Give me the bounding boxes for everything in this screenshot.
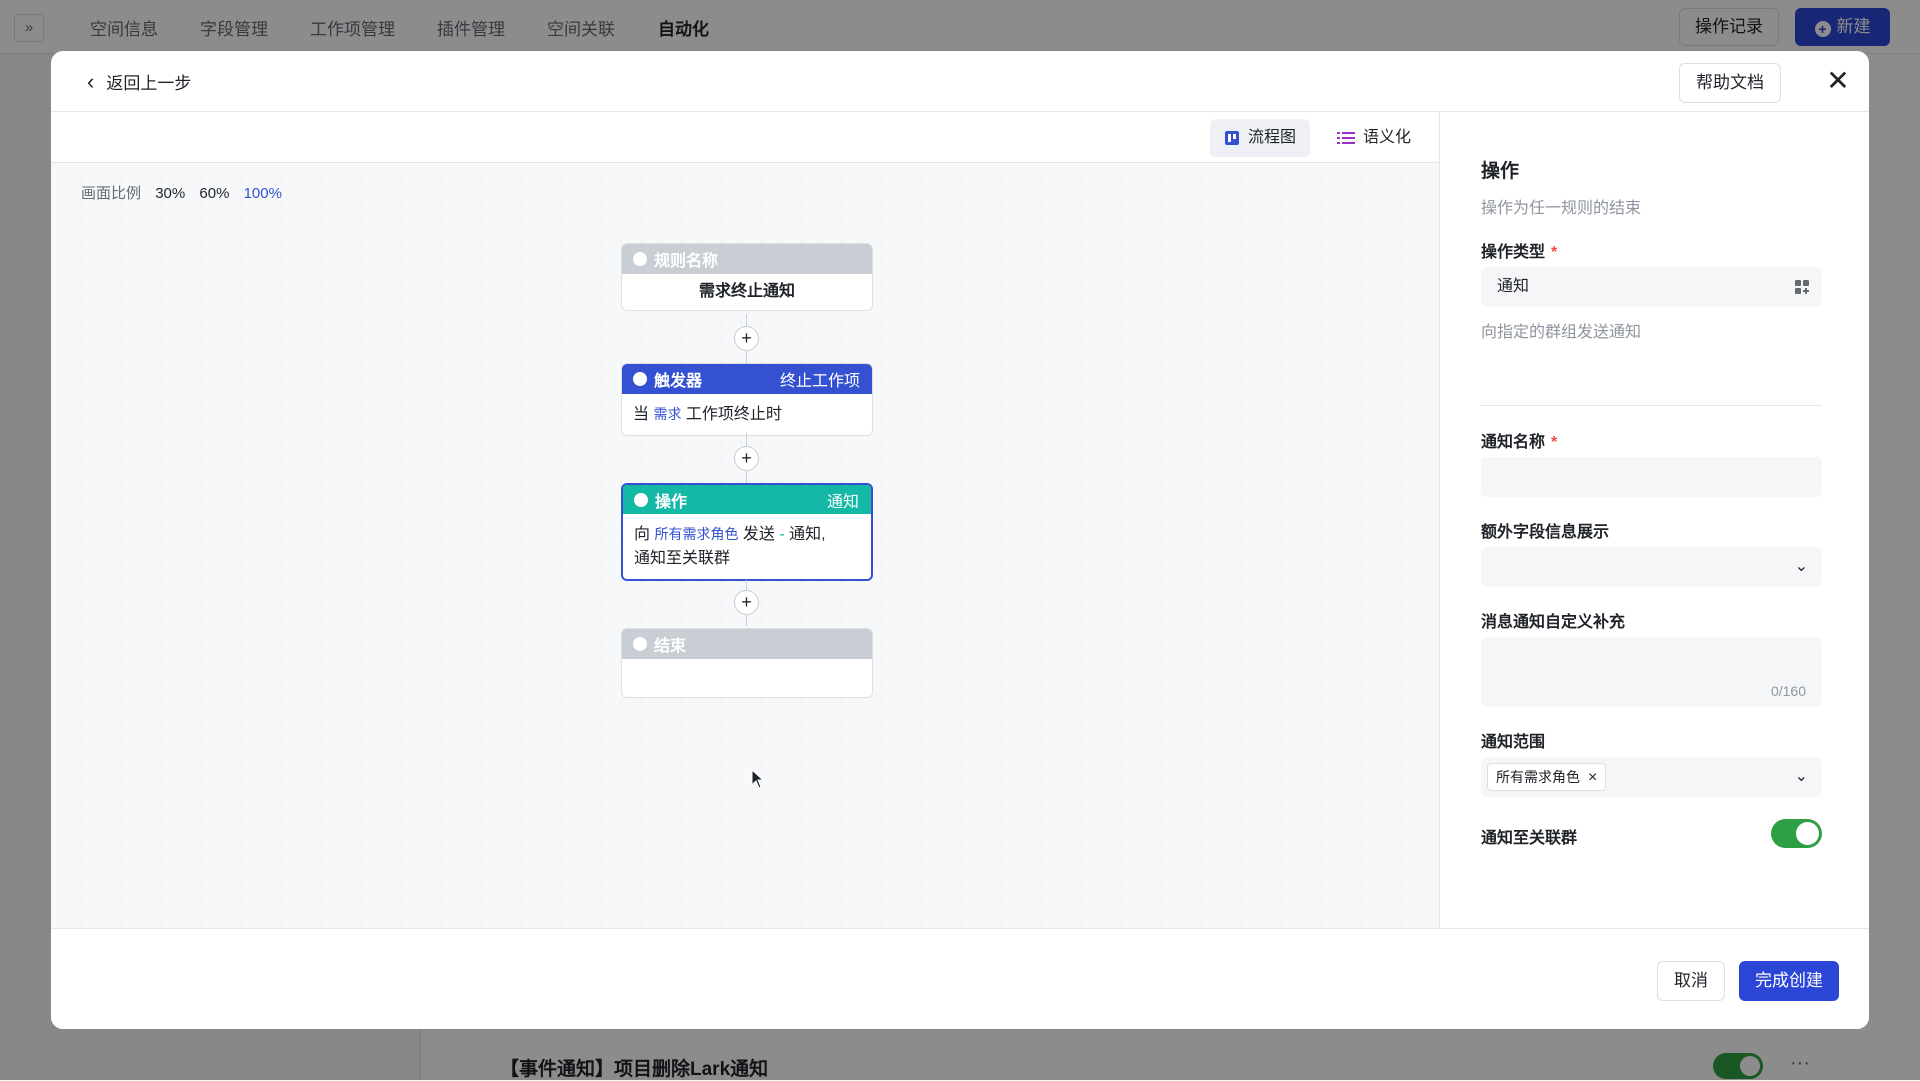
panel-title: 操作: [1481, 161, 1520, 182]
semantic-view-button[interactable]: 语义化: [1323, 119, 1425, 157]
flowchart-icon: [1225, 131, 1239, 145]
custom-supplement-textarea[interactable]: 0/160: [1481, 637, 1822, 707]
extra-fields-select[interactable]: ⌄: [1481, 547, 1822, 587]
zoom-100[interactable]: 100%: [244, 185, 282, 202]
notify-name-label: 通知名称 *: [1481, 428, 1557, 452]
trigger-node-title: 触发器: [654, 373, 703, 390]
trigger-type: 终止工作项: [779, 373, 860, 390]
chevron-left-icon: ‹: [87, 68, 95, 94]
trigger-entity: 需求: [653, 406, 682, 422]
add-step-button[interactable]: +: [734, 326, 759, 351]
panel-subtitle: 操作为任一规则的结束: [1481, 200, 1642, 217]
action-node-body: 向 所有需求角色 发送 - 通知, 通知至关联群: [623, 514, 871, 579]
action-text-line2: 通知至关联群: [634, 550, 731, 567]
notify-name-label-text: 通知名称: [1481, 434, 1546, 451]
action-type-select[interactable]: 通知: [1481, 267, 1822, 307]
trigger-node-body: 当 需求 工作项终止时: [622, 394, 872, 435]
zoom-30[interactable]: 30%: [155, 185, 185, 202]
group-notify-toggle[interactable]: [1771, 819, 1822, 848]
create-rule-modal: ‹ 返回上一步 帮助文档 ✕ 流程图 语义化 画面比例 30% 60% 100%…: [51, 51, 1869, 1029]
scope-label: 通知范围: [1481, 734, 1546, 751]
action-target: 所有需求角色: [654, 526, 739, 542]
action-type-label-text: 操作类型: [1481, 244, 1546, 261]
back-button[interactable]: ‹ 返回上一步: [87, 69, 191, 94]
back-label: 返回上一步: [106, 74, 192, 93]
zoom-label: 画面比例: [81, 185, 142, 202]
trigger-icon: [633, 372, 647, 386]
trigger-node[interactable]: 触发器 终止工作项 当 需求 工作项终止时: [621, 363, 873, 436]
scope-select[interactable]: 所有需求角色 × ⌄: [1481, 757, 1822, 797]
zoom-60[interactable]: 60%: [199, 185, 229, 202]
rule-node-title: 规则名称: [654, 253, 719, 270]
end-node-title: 结束: [654, 638, 687, 655]
semantic-view-label: 语义化: [1363, 129, 1412, 146]
divider: [1481, 405, 1822, 406]
remove-tag-icon[interactable]: ×: [1588, 769, 1597, 786]
flowchart-view-button[interactable]: 流程图: [1210, 119, 1311, 157]
flowchart-view-label: 流程图: [1248, 129, 1297, 146]
action-text-post: 通知,: [784, 526, 826, 543]
mouse-cursor-icon: [751, 769, 765, 789]
add-step-button[interactable]: +: [734, 446, 759, 471]
action-node-header: 操作 通知: [623, 485, 871, 514]
chevron-down-icon: ⌄: [1794, 768, 1808, 785]
modal-header: ‹ 返回上一步 帮助文档 ✕: [51, 51, 1869, 112]
close-icon[interactable]: ✕: [1821, 64, 1855, 98]
rule-node-header: 规则名称: [622, 244, 872, 274]
cancel-button[interactable]: 取消: [1657, 961, 1725, 1001]
trigger-text-post: 工作项终止时: [681, 406, 782, 423]
add-step-button[interactable]: +: [734, 590, 759, 615]
action-node-title: 操作: [655, 493, 688, 511]
trigger-text-pre: 当: [633, 406, 654, 423]
modal-footer: 取消 完成创建: [51, 928, 1869, 1029]
extra-fields-label: 额外字段信息展示: [1481, 524, 1610, 541]
action-type-label: 操作类型 *: [1481, 238, 1557, 262]
action-text-mid: 发送: [738, 526, 780, 543]
view-mode-bar: 流程图 语义化: [51, 112, 1439, 163]
wrench-icon: [634, 492, 648, 507]
group-notify-label: 通知至关联群: [1481, 830, 1578, 847]
scope-tag-label: 所有需求角色: [1496, 769, 1580, 785]
end-node-header: 结束: [622, 629, 872, 659]
action-text-pre: 向: [634, 526, 655, 543]
chevron-down-icon: ⌄: [1794, 558, 1808, 575]
notify-name-input[interactable]: [1481, 457, 1822, 497]
help-docs-button[interactable]: 帮助文档: [1679, 63, 1781, 103]
scope-tag: 所有需求角色 ×: [1487, 763, 1607, 791]
trigger-node-header: 触发器 终止工作项: [622, 364, 872, 394]
required-mark: *: [1551, 244, 1558, 261]
stop-icon: [633, 637, 647, 651]
flow-canvas[interactable]: 流程图 语义化 画面比例 30% 60% 100% 规则名称 需求终止通知 + …: [51, 112, 1440, 928]
char-counter: 0/160: [1770, 683, 1806, 699]
zoom-controls: 画面比例 30% 60% 100%: [81, 182, 292, 203]
rule-name-node[interactable]: 规则名称 需求终止通知: [621, 243, 873, 311]
end-node[interactable]: 结束: [621, 628, 873, 698]
action-type-help: 向指定的群组发送通知: [1481, 324, 1642, 341]
action-type-value: 通知: [1497, 278, 1530, 295]
apps-grid-icon: [1795, 280, 1809, 294]
required-mark: *: [1551, 434, 1558, 451]
finish-create-button[interactable]: 完成创建: [1739, 961, 1839, 1001]
rule-node-body: 需求终止通知: [698, 283, 795, 300]
action-node[interactable]: 操作 通知 向 所有需求角色 发送 - 通知, 通知至关联群: [621, 483, 873, 581]
action-config-panel: 操作 操作为任一规则的结束 操作类型 * 通知 向指定的群组发送通知 通知名称 * …: [1441, 112, 1869, 928]
play-icon: [633, 252, 647, 266]
list-icon: [1337, 132, 1355, 144]
action-type: 通知: [826, 493, 859, 511]
custom-supplement-label: 消息通知自定义补充: [1481, 614, 1626, 631]
